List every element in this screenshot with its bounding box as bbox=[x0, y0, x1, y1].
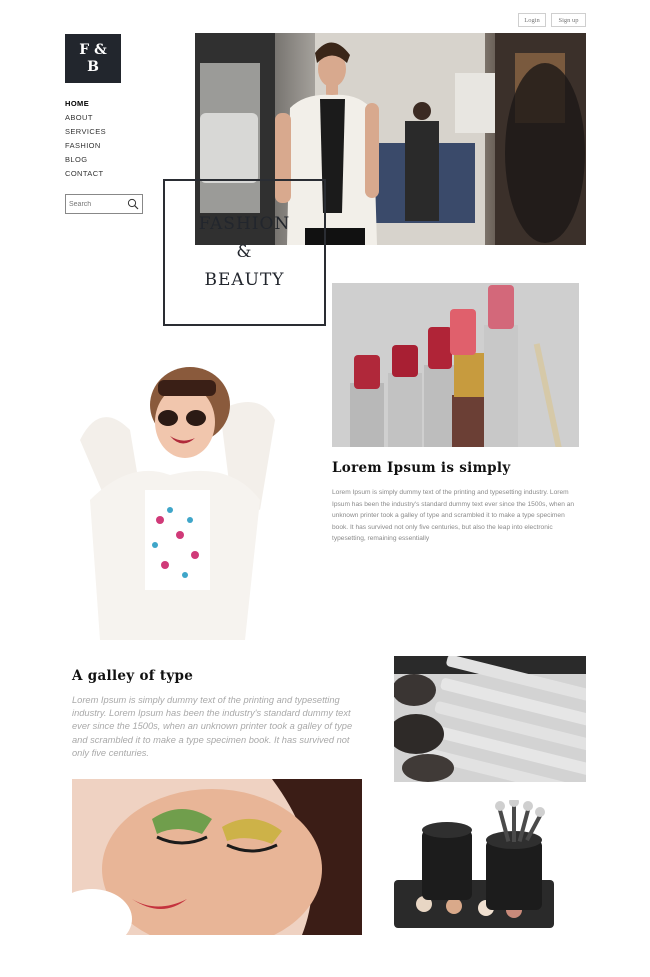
brushes-art bbox=[394, 656, 586, 782]
nav-item-home[interactable]: HOME bbox=[65, 98, 106, 112]
logo[interactable]: F & B bbox=[65, 34, 121, 83]
search-icon[interactable] bbox=[127, 198, 139, 210]
title-line-beauty: BEAUTY bbox=[204, 270, 285, 290]
main-nav: HOME ABOUT SERVICES FASHION BLOG CONTACT bbox=[65, 98, 106, 182]
woman-art bbox=[70, 360, 280, 640]
fashion-beauty-title: FASHION & BEAUTY bbox=[165, 210, 324, 294]
title-line-ampersand: & bbox=[236, 242, 253, 262]
search-input[interactable] bbox=[69, 200, 127, 208]
nav-item-services[interactable]: SERVICES bbox=[65, 126, 106, 140]
brush-cups-art bbox=[394, 800, 586, 928]
section1-body: Lorem Ipsum is simply dummy text of the … bbox=[332, 489, 575, 542]
brush-cups-image bbox=[394, 800, 586, 928]
login-button[interactable]: Login bbox=[518, 13, 546, 27]
eye-makeup-art bbox=[72, 779, 362, 935]
logo-line-2: B bbox=[87, 58, 99, 75]
section2-heading: A galley of type bbox=[72, 668, 194, 684]
lipstick-art bbox=[332, 283, 579, 447]
search-box bbox=[65, 194, 143, 214]
title-line-fashion: FASHION bbox=[198, 214, 291, 234]
section2-body: Lorem Ipsum is simply dummy text of the … bbox=[72, 695, 353, 758]
section1-heading: Lorem Ipsum is simply bbox=[332, 460, 511, 476]
eye-makeup-image bbox=[72, 779, 362, 935]
woman-sunglasses-image bbox=[70, 360, 280, 640]
makeup-brushes-image bbox=[394, 656, 586, 782]
nav-item-blog[interactable]: BLOG bbox=[65, 154, 106, 168]
nav-item-contact[interactable]: CONTACT bbox=[65, 168, 106, 182]
signup-button[interactable]: Sign up bbox=[551, 13, 586, 27]
nav-item-about[interactable]: ABOUT bbox=[65, 112, 106, 126]
nav-item-fashion[interactable]: FASHION bbox=[65, 140, 106, 154]
lipstick-image bbox=[332, 283, 579, 447]
logo-line-1: F & bbox=[79, 41, 107, 58]
